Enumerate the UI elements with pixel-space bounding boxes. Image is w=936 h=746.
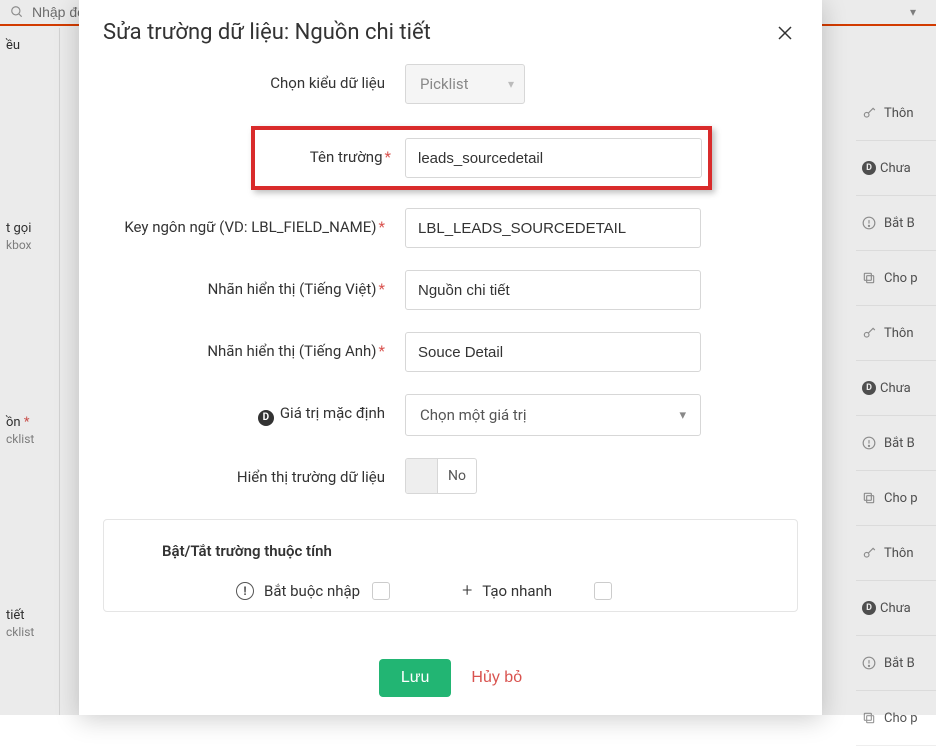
required-icon: ! [236, 582, 254, 600]
label-show-field: Hiển thị trường dữ liệu [103, 458, 405, 487]
edit-field-modal: Sửa trường dữ liệu: Nguồn chi tiết Chọn … [79, 0, 822, 715]
row-label-vi: Nhãn hiển thị (Tiếng Việt)* [103, 270, 798, 310]
row-default-value: DGiá trị mặc định Chọn một giá trị ▾ [103, 394, 798, 436]
chevron-down-icon: ▾ [679, 408, 686, 423]
quick-create-checkbox[interactable] [594, 582, 612, 600]
prop-quick-create-label: Tạo nhanh [482, 582, 552, 600]
modal-body: Chọn kiểu dữ liệu Picklist ▾ Tên trường*… [79, 60, 822, 645]
modal-title: Sửa trường dữ liệu: Nguồn chi tiết [103, 20, 431, 45]
modal-header: Sửa trường dữ liệu: Nguồn chi tiết [79, 0, 822, 60]
label-display-en: Nhãn hiển thị (Tiếng Anh)* [103, 332, 405, 361]
label-en-input[interactable] [405, 332, 701, 372]
row-field-name: Tên trường* [251, 126, 712, 190]
toggle-state-label: No [438, 468, 476, 484]
data-type-value: Picklist [420, 75, 469, 93]
default-value-select[interactable]: Chọn một giá trị ▾ [405, 394, 701, 436]
close-icon [776, 24, 794, 42]
prop-required: ! Bắt buộc nhập [236, 582, 360, 600]
prop-quick-create: + Tạo nhanh [462, 580, 552, 601]
label-data-type: Chọn kiểu dữ liệu [103, 64, 405, 93]
label-display-vi: Nhãn hiển thị (Tiếng Việt)* [103, 270, 405, 299]
row-lang-key: Key ngôn ngữ (VD: LBL_FIELD_NAME)* [103, 208, 798, 248]
toggle-knob [406, 459, 438, 493]
default-value-placeholder: Chọn một giá trị [420, 406, 527, 424]
lang-key-input[interactable] [405, 208, 701, 248]
row-show-field: Hiển thị trường dữ liệu No [103, 458, 798, 497]
cancel-button[interactable]: Hủy bỏ [471, 669, 522, 687]
row-label-en: Nhãn hiển thị (Tiếng Anh)* [103, 332, 798, 372]
required-checkbox[interactable] [372, 582, 390, 600]
label-field-name: Tên trường* [255, 138, 405, 167]
save-button[interactable]: Lưu [379, 659, 452, 697]
row-data-type: Chọn kiểu dữ liệu Picklist ▾ [103, 64, 798, 104]
plus-icon: + [462, 580, 472, 601]
close-button[interactable] [772, 18, 798, 46]
data-type-select: Picklist ▾ [405, 64, 525, 104]
label-lang-key: Key ngôn ngữ (VD: LBL_FIELD_NAME)* [103, 208, 405, 237]
prop-required-label: Bắt buộc nhập [264, 582, 360, 600]
props-title: Bật/Tắt trường thuộc tính [128, 542, 773, 560]
label-vi-input[interactable] [405, 270, 701, 310]
props-row: ! Bắt buộc nhập + Tạo nhanh [128, 580, 773, 601]
label-default-value: DGiá trị mặc định [103, 394, 405, 426]
modal-footer: Lưu Hủy bỏ [79, 645, 822, 715]
show-field-toggle[interactable]: No [405, 458, 477, 494]
field-name-input[interactable] [405, 138, 702, 178]
chevron-down-icon: ▾ [508, 77, 514, 91]
d-badge-icon: D [258, 410, 274, 426]
field-properties-box: Bật/Tắt trường thuộc tính ! Bắt buộc nhậ… [103, 519, 798, 612]
